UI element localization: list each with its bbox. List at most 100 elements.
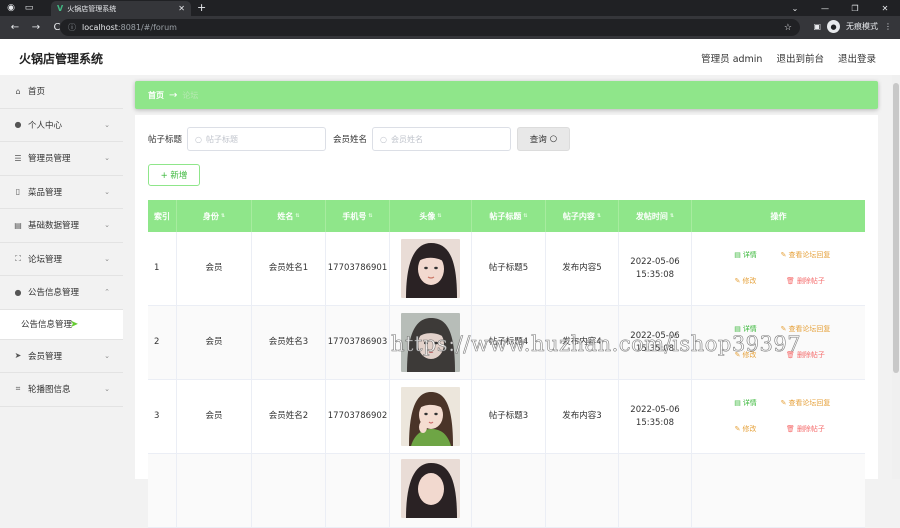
- edit-button[interactable]: ✎ 修改: [722, 344, 770, 368]
- sidebar-subitem-label: 公告信息管理: [21, 320, 73, 330]
- search-icon: ○: [195, 134, 202, 144]
- trash-icon: 🗑: [786, 425, 795, 433]
- avatar[interactable]: [401, 239, 460, 298]
- tab-search-icon[interactable]: ▭: [22, 1, 36, 15]
- detail-button[interactable]: ▤ 详情: [722, 318, 770, 342]
- detail-button[interactable]: ▤ 详情: [722, 392, 770, 416]
- cell-title: 帖子标题3: [472, 380, 546, 453]
- view-replies-button[interactable]: ✎ 查看论坛回复: [776, 244, 836, 268]
- cell-role: 会员: [177, 380, 252, 453]
- delete-button[interactable]: 🗑 删除帖子: [776, 418, 836, 442]
- sidebar-item-base-data[interactable]: ▤ 基础数据管理 ⌄: [0, 209, 123, 243]
- more-icon[interactable]: ⋮: [884, 22, 892, 31]
- cell-name: 会员姓名2: [252, 380, 326, 453]
- trash-icon: 🗑: [786, 277, 795, 285]
- table-row-partial: [148, 454, 865, 528]
- avatar[interactable]: [401, 387, 460, 446]
- breadcrumb-home[interactable]: 首页: [148, 90, 164, 101]
- col-actions: 操作: [770, 211, 787, 221]
- cell-phone: 17703786903: [326, 306, 390, 379]
- pencil-icon: ✎: [734, 277, 741, 285]
- cell-phone: 17703786901: [326, 232, 390, 305]
- cell-role: 会员: [177, 232, 252, 305]
- query-button[interactable]: 查询 ○: [517, 127, 570, 151]
- detail-button[interactable]: ▤ 详情: [722, 244, 770, 268]
- sidebar-item-carousel[interactable]: ⌗ 轮播图信息 ⌄: [0, 373, 123, 407]
- avatar[interactable]: [401, 459, 460, 518]
- info-icon[interactable]: ⓘ: [68, 22, 76, 33]
- table-row: 3 会员 会员姓名2 17703786902 帖子标题3 发布内容3 2022-…: [148, 380, 865, 454]
- edit-button[interactable]: ✎ 修改: [722, 270, 770, 294]
- new-tab-button[interactable]: +: [197, 1, 206, 14]
- col-phone[interactable]: 手机号 ⇅: [326, 200, 390, 232]
- to-frontend-link[interactable]: 退出到前台: [776, 51, 824, 65]
- document-icon: ▤: [734, 325, 741, 333]
- col-content[interactable]: 帖子内容 ⇅: [546, 200, 619, 232]
- view-replies-button[interactable]: ✎ 查看论坛回复: [776, 318, 836, 342]
- minimize-icon[interactable]: —: [810, 0, 840, 16]
- sidebar-item-dishes[interactable]: ▯ 菜品管理 ⌄: [0, 176, 123, 209]
- cell-name: 会员姓名3: [252, 306, 326, 379]
- browser-tab[interactable]: V 火锅店管理系统 ✕: [51, 1, 191, 16]
- chevron-down-icon[interactable]: ⌄: [780, 0, 810, 16]
- sidebar-subitem-notices[interactable]: 公告信息管理 ➤: [0, 309, 123, 340]
- col-name[interactable]: 姓名 ⇅: [252, 200, 326, 232]
- trash-icon: 🗑: [786, 351, 795, 359]
- cell-role: 会员: [177, 306, 252, 379]
- search-title-group: 帖子标题 ○ 帖子标题: [148, 127, 327, 151]
- crop-icon: ⌗: [15, 384, 21, 394]
- restore-icon[interactable]: ❐: [840, 0, 870, 16]
- search-icon: ○: [549, 134, 558, 144]
- sidebar-item-home[interactable]: ⌂ 首页: [0, 75, 123, 109]
- search-name-group: 会员姓名 ○ 会员姓名: [333, 127, 512, 151]
- search-title-input[interactable]: ○ 帖子标题: [187, 127, 327, 151]
- col-time[interactable]: 发帖时间 ⇅: [619, 200, 692, 232]
- view-replies-button[interactable]: ✎ 查看论坛回复: [776, 392, 836, 416]
- cell-avatar: [390, 306, 472, 379]
- sidebar-item-label: 公告信息管理: [28, 288, 80, 299]
- chevron-down-icon: ⌄: [104, 187, 110, 196]
- browser-menu-icon[interactable]: ◉: [4, 1, 18, 15]
- cell-content: 发布内容5: [546, 232, 619, 305]
- cell-avatar: [390, 232, 472, 305]
- tab-title: 火锅店管理系统: [67, 4, 117, 13]
- url-field[interactable]: ⓘ localhost:8081/#/forum ☆: [60, 19, 800, 36]
- chevron-up-icon: ⌃: [104, 288, 110, 297]
- forward-icon[interactable]: →: [30, 22, 42, 33]
- cell-content: 发布内容4: [546, 306, 619, 379]
- bookmark-star-icon[interactable]: ☆: [784, 23, 792, 33]
- col-title[interactable]: 帖子标题 ⇅: [472, 200, 546, 232]
- vue-logo-icon: V: [57, 4, 64, 13]
- cell-phone: 17703786902: [326, 380, 390, 453]
- home-icon: ⌂: [15, 86, 21, 96]
- add-button[interactable]: + 新增: [148, 164, 200, 186]
- delete-button[interactable]: 🗑 删除帖子: [776, 270, 836, 294]
- col-avatar[interactable]: 头像 ⇅: [390, 200, 472, 232]
- pencil-icon: ✎: [780, 325, 787, 333]
- close-window-icon[interactable]: ✕: [870, 0, 900, 16]
- sidebar-item-admins[interactable]: ☰ 管理员管理 ⌄: [0, 142, 123, 176]
- chevron-down-icon: ⌄: [104, 120, 110, 129]
- scrollbar[interactable]: [892, 75, 900, 479]
- tab-close-icon[interactable]: ✕: [178, 4, 185, 13]
- back-icon[interactable]: ←: [9, 22, 21, 33]
- action-group: ▤ 详情 ✎ 查看论坛回复 ✎ 修改 🗑 删除帖子: [722, 392, 836, 442]
- delete-button[interactable]: 🗑 删除帖子: [776, 344, 836, 368]
- send-icon: ➤: [14, 351, 22, 361]
- cell-index: 1: [148, 232, 177, 305]
- sidebar-item-forum[interactable]: ⛶ 论坛管理 ⌄: [0, 243, 123, 276]
- edit-button[interactable]: ✎ 修改: [722, 418, 770, 442]
- sidebar-item-notices[interactable]: ● 公告信息管理 ⌃: [0, 276, 123, 310]
- incognito-icon[interactable]: ●: [827, 20, 840, 33]
- logout-link[interactable]: 退出登录: [838, 51, 876, 65]
- sidebar-item-profile[interactable]: ● 个人中心 ⌄: [0, 109, 123, 142]
- cell-name: 会员姓名1: [252, 232, 326, 305]
- scrollbar-thumb[interactable]: [893, 83, 899, 373]
- chevron-down-icon: ⌄: [104, 385, 110, 394]
- search-name-input[interactable]: ○ 会员姓名: [372, 127, 512, 151]
- col-role[interactable]: 身份 ⇅: [177, 200, 252, 232]
- sidebar-item-members[interactable]: ➤ 会员管理 ⌄: [0, 340, 123, 373]
- sidepanel-icon[interactable]: ▣: [813, 22, 821, 31]
- table-header: 索引 身份 ⇅ 姓名 ⇅ 手机号 ⇅ 头像 ⇅ 帖子标题 ⇅ 帖子内容 ⇅ 发帖时间 ⇅ 操作: [148, 200, 865, 232]
- avatar[interactable]: [401, 313, 460, 372]
